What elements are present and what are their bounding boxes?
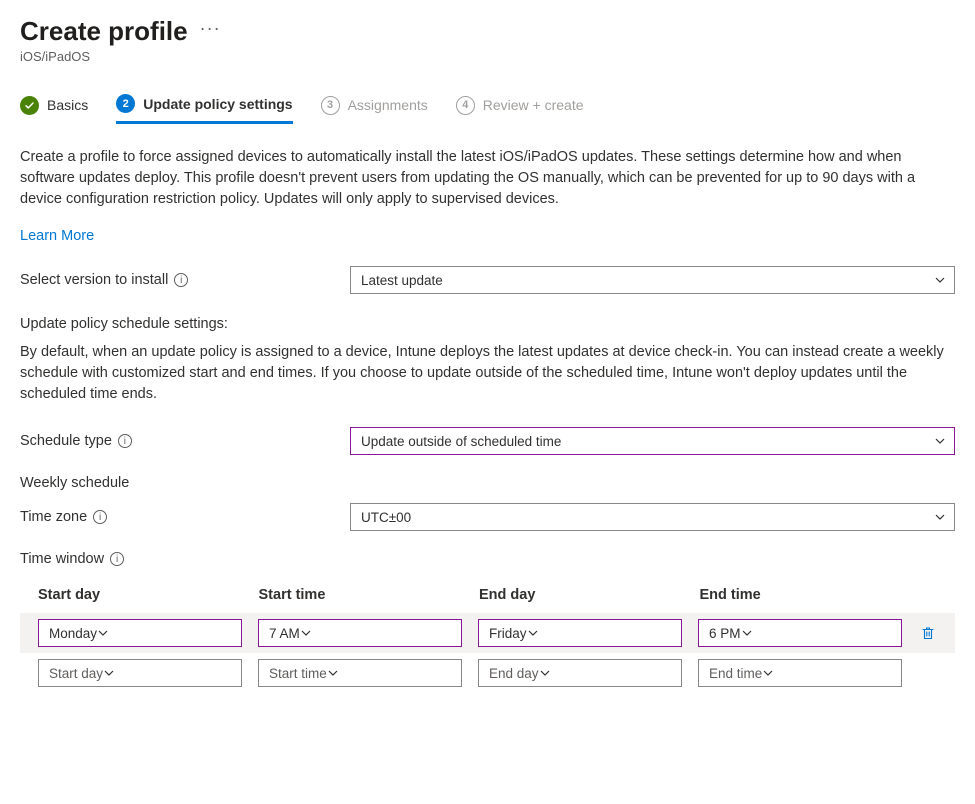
start-time-placeholder: Start time xyxy=(269,666,327,681)
tab-basics[interactable]: Basics xyxy=(20,94,88,124)
start-day-placeholder: Start day xyxy=(49,666,103,681)
page-subtitle: iOS/iPadOS xyxy=(20,49,955,64)
start-day-dropdown[interactable]: Monday xyxy=(38,619,242,647)
col-header-end-day: End day xyxy=(479,587,684,603)
tab-update-policy-settings[interactable]: 2 Update policy settings xyxy=(116,94,292,124)
chevron-down-icon xyxy=(934,274,946,286)
chevron-down-icon xyxy=(97,627,109,639)
step-number-icon: 2 xyxy=(116,94,135,113)
chevron-down-icon xyxy=(934,435,946,447)
schedule-type-label: Schedule type xyxy=(20,433,112,449)
chevron-down-icon xyxy=(300,627,312,639)
select-version-value: Latest update xyxy=(361,273,443,288)
tab-review-label: Review + create xyxy=(483,97,584,113)
chevron-down-icon xyxy=(741,627,753,639)
chevron-down-icon xyxy=(539,667,551,679)
info-icon[interactable]: i xyxy=(118,434,132,448)
timezone-dropdown[interactable]: UTC±00 xyxy=(350,503,955,531)
time-window-grid: Start day Start time End day End time Mo… xyxy=(20,587,955,693)
tab-assignments[interactable]: 3 Assignments xyxy=(321,94,428,124)
schedule-settings-heading: Update policy schedule settings: xyxy=(20,316,955,332)
end-time-value: 6 PM xyxy=(709,626,741,641)
tab-review-create[interactable]: 4 Review + create xyxy=(456,94,584,124)
start-time-dropdown[interactable]: Start time xyxy=(258,659,462,687)
schedule-settings-text: By default, when an update policy is ass… xyxy=(20,342,955,405)
tab-update-policy-label: Update policy settings xyxy=(143,96,292,112)
info-icon[interactable]: i xyxy=(174,273,188,287)
weekly-schedule-heading: Weekly schedule xyxy=(20,475,955,491)
end-day-placeholder: End day xyxy=(489,666,539,681)
step-number-icon: 4 xyxy=(456,96,475,115)
info-icon[interactable]: i xyxy=(93,510,107,524)
start-day-dropdown[interactable]: Start day xyxy=(38,659,242,687)
step-number-icon: 3 xyxy=(321,96,340,115)
end-time-dropdown[interactable]: End time xyxy=(698,659,902,687)
chevron-down-icon xyxy=(527,627,539,639)
col-header-start-day: Start day xyxy=(38,587,243,603)
chevron-down-icon xyxy=(103,667,115,679)
end-time-dropdown[interactable]: 6 PM xyxy=(698,619,902,647)
end-day-dropdown[interactable]: Friday xyxy=(478,619,682,647)
learn-more-link[interactable]: Learn More xyxy=(20,228,94,244)
check-icon xyxy=(20,96,39,115)
delete-row-button[interactable] xyxy=(918,625,938,641)
tab-basics-label: Basics xyxy=(47,97,88,113)
table-row: Start day Start time End day End time xyxy=(20,653,955,693)
col-header-end-time: End time xyxy=(700,587,905,603)
timezone-value: UTC±00 xyxy=(361,510,411,525)
start-time-dropdown[interactable]: 7 AM xyxy=(258,619,462,647)
policy-description: Create a profile to force assigned devic… xyxy=(20,147,955,210)
info-icon[interactable]: i xyxy=(110,552,124,566)
start-day-value: Monday xyxy=(49,626,97,641)
end-day-dropdown[interactable]: End day xyxy=(478,659,682,687)
time-window-label: Time window xyxy=(20,551,104,567)
schedule-type-value: Update outside of scheduled time xyxy=(361,434,561,449)
chevron-down-icon xyxy=(327,667,339,679)
start-time-value: 7 AM xyxy=(269,626,300,641)
page-title: Create profile xyxy=(20,16,188,47)
more-menu-button[interactable]: ··· xyxy=(200,18,221,45)
chevron-down-icon xyxy=(762,667,774,679)
end-time-placeholder: End time xyxy=(709,666,762,681)
col-header-start-time: Start time xyxy=(259,587,464,603)
schedule-type-dropdown[interactable]: Update outside of scheduled time xyxy=(350,427,955,455)
wizard-tabs: Basics 2 Update policy settings 3 Assign… xyxy=(20,94,955,125)
chevron-down-icon xyxy=(934,511,946,523)
select-version-label: Select version to install xyxy=(20,272,168,288)
tab-assignments-label: Assignments xyxy=(348,97,428,113)
timezone-label: Time zone xyxy=(20,509,87,525)
end-day-value: Friday xyxy=(489,626,527,641)
table-row: Monday 7 AM Friday 6 PM xyxy=(20,613,955,653)
select-version-dropdown[interactable]: Latest update xyxy=(350,266,955,294)
